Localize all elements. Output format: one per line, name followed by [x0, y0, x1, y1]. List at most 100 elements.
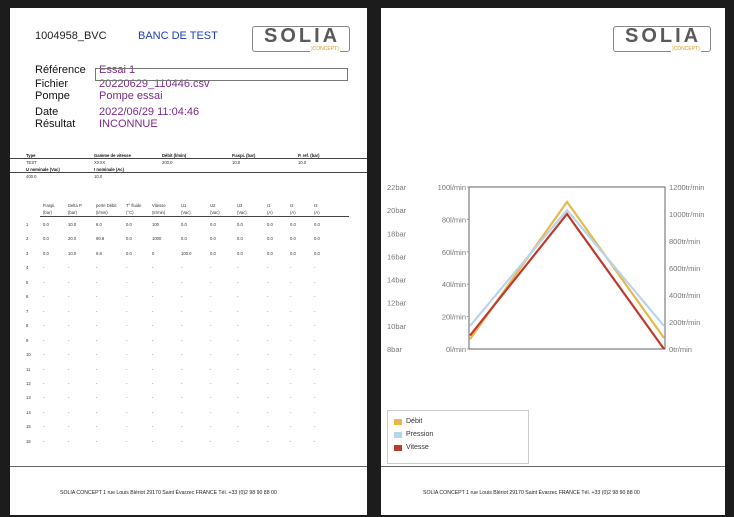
summary-value: 10.0 [298, 160, 307, 165]
axis-tick-debit: 40l/min [442, 280, 466, 289]
table-cell: - [181, 424, 183, 430]
table-cell: - [290, 424, 292, 430]
table-cell: - [210, 380, 212, 386]
row-index: 16 [26, 438, 31, 444]
summary-rule [10, 158, 367, 159]
table-cell: - [96, 308, 98, 314]
table-cell: - [290, 352, 292, 357]
table-cell: - [43, 424, 45, 430]
table-header-unit: (Vac) [181, 210, 191, 215]
table-cell: - [290, 366, 292, 372]
table-cell: - [68, 265, 70, 271]
table-cell: - [267, 337, 269, 343]
table-cell: - [237, 352, 239, 357]
table-header: I2 [290, 203, 294, 208]
legend-label: Vitesse [406, 444, 429, 451]
table-cell: - [68, 279, 70, 285]
table-cell: - [237, 424, 239, 430]
table-cell: - [314, 395, 316, 401]
table-cell: - [152, 279, 154, 285]
row-index: 10 [26, 352, 31, 357]
table-cell: - [68, 438, 70, 444]
footer-address: SOLIA CONCEPT 1 rue Louis Blériot 29170 … [60, 490, 277, 496]
table-cell: - [267, 279, 269, 285]
table-cell: - [126, 352, 128, 357]
table-cell: - [68, 308, 70, 314]
table-cell: - [152, 352, 154, 357]
table-cell: - [210, 424, 212, 430]
table-cell: - [181, 438, 183, 444]
table-cell: - [181, 352, 183, 357]
table-cell: - [96, 279, 98, 285]
table-cell: - [314, 308, 316, 314]
table-cell: 0.0 [267, 250, 273, 256]
axis-tick-pression: 20bar [387, 206, 407, 215]
table-cell: - [314, 409, 316, 415]
table-header: perte Débit [96, 203, 117, 208]
table-cell: - [290, 308, 292, 314]
table-cell: - [181, 323, 183, 329]
chart-legend: Débit Pression Vitesse [387, 410, 529, 464]
summary-header: Débit (l/min) [162, 153, 187, 158]
report-page-left: 1004958_BVC BANC DE TEST SOLIA )CONCEPT)… [10, 8, 367, 515]
table-cell: - [210, 366, 212, 372]
table-cell: 0.0 [267, 222, 273, 227]
line-chart: 8bar 10bar 12bar 14bar 16bar 18bar 20bar 22bar 0… [387, 183, 704, 354]
row-index: 14 [26, 409, 31, 415]
table-cell: - [314, 265, 316, 271]
table-cell: - [68, 395, 70, 401]
table-header: Vitesse [152, 203, 166, 208]
field-label: Référence [35, 64, 86, 76]
table-cell: - [210, 337, 212, 343]
table-cell: 0.0 [210, 236, 216, 242]
table-cell: - [152, 308, 154, 314]
table-cell: 1000 [152, 236, 162, 242]
table-cell: 0.0 [126, 236, 132, 242]
table-cell: - [267, 366, 269, 372]
legend-label: Débit [406, 418, 423, 425]
table-cell: - [96, 380, 98, 386]
table-cell: - [314, 438, 316, 444]
table-cell: - [152, 265, 154, 271]
table-cell: - [267, 438, 269, 444]
table-header: U3 [237, 203, 243, 208]
axis-tick-vitesse: 0tr/min [669, 345, 692, 354]
axis-tick-debit: 0l/min [446, 345, 466, 354]
table-cell: 0.0 [290, 236, 296, 242]
table-cell: - [314, 279, 316, 285]
logo-wordmark: SOLIA [264, 25, 340, 48]
table-cell: 0.0 [290, 222, 296, 227]
summary-value: 10.0 [94, 174, 103, 179]
solia-logo: SOLIA )CONCEPT) [248, 22, 356, 56]
table-cell: - [267, 294, 269, 300]
table-cell: - [181, 337, 183, 343]
table-cell: - [152, 380, 154, 386]
table-cell: - [290, 438, 292, 444]
table-cell: - [237, 265, 239, 271]
table-cell: 100 [152, 222, 159, 227]
value-box [95, 68, 348, 81]
axis-tick-vitesse: 1000tr/min [669, 210, 704, 219]
table-cell: 0.0 [314, 250, 320, 256]
axis-tick-vitesse: 400tr/min [669, 291, 700, 300]
footer-rule [10, 466, 367, 467]
row-index: 9 [26, 337, 29, 343]
table-cell: - [290, 294, 292, 300]
table-cell: - [314, 352, 316, 357]
axis-tick-pression: 10bar [387, 322, 407, 331]
table-cell: 0.0 [126, 250, 132, 256]
table-cell: - [126, 337, 128, 343]
table-header: U2 [210, 203, 216, 208]
table-cell: - [267, 395, 269, 401]
table-cell: - [237, 395, 239, 401]
table-cell: - [314, 294, 316, 300]
row-index: 11 [26, 366, 31, 372]
logo-subtext: )CONCEPT) [310, 46, 340, 52]
table-cell: - [96, 265, 98, 271]
table-cell: - [43, 265, 45, 271]
table-cell: - [267, 265, 269, 271]
table-header-unit: (A) [290, 210, 296, 215]
table-cell: - [290, 337, 292, 343]
table-cell: - [126, 366, 128, 372]
table-cell: - [290, 265, 292, 271]
